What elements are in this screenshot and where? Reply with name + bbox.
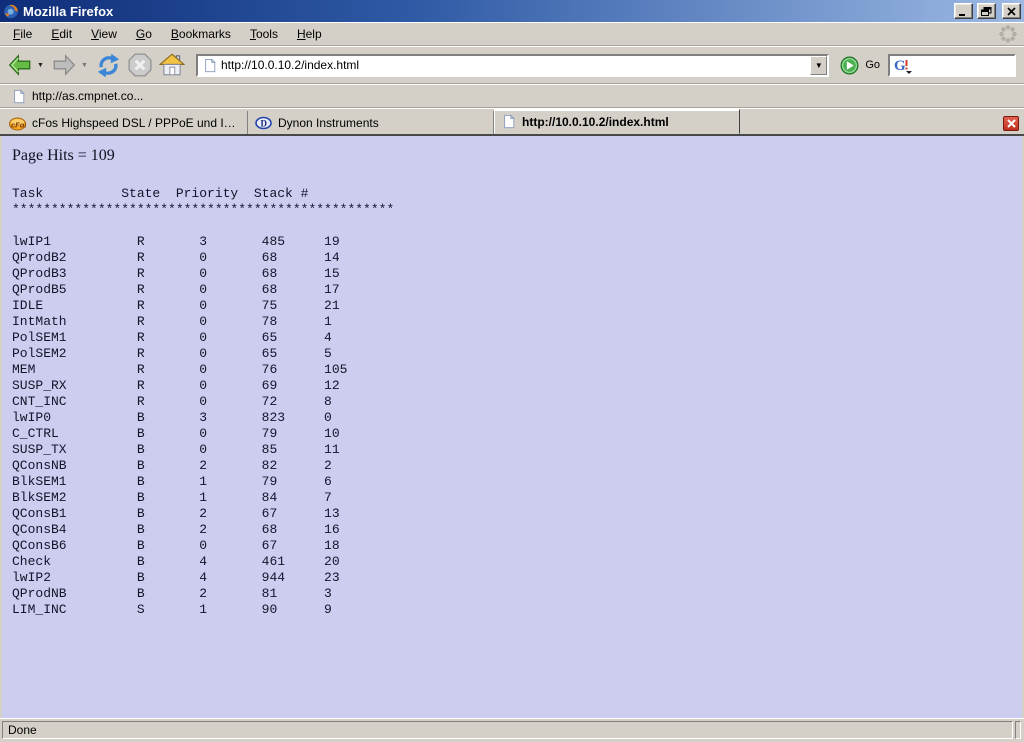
task-table: Task State Priority Stack # ************… [12, 186, 1022, 618]
svg-text:G: G [894, 58, 906, 74]
back-icon [7, 52, 33, 78]
window-title: Mozilla Firefox [23, 4, 950, 19]
back-button[interactable] [4, 49, 36, 81]
forward-icon [51, 52, 77, 78]
page-hits-text: Page Hits = 109 [12, 147, 1022, 165]
tab-bar: cFos cFos Highspeed DSL / PPPoE und ISDN … [0, 108, 1024, 136]
forward-button[interactable] [48, 49, 80, 81]
firefox-icon [3, 3, 19, 19]
page-icon [203, 58, 217, 73]
google-logo-icon: G [893, 57, 913, 74]
tab-label: cFos Highspeed DSL / PPPoE und ISDN CAP.… [32, 116, 240, 130]
search-box: G [888, 54, 1016, 77]
throbber-icon [998, 24, 1018, 44]
bookmark-item[interactable]: http://as.cmpnet.co... [6, 87, 149, 106]
navigation-toolbar: ▼ ▼ [0, 46, 1024, 84]
tab-label: http://10.0.10.2/index.html [522, 115, 669, 129]
page-icon [502, 114, 516, 129]
page-icon [12, 89, 26, 104]
menu-file[interactable]: File [4, 24, 42, 45]
svg-text:D: D [261, 118, 268, 128]
menu-bookmarks[interactable]: Bookmarks [162, 24, 241, 45]
menu-help[interactable]: Help [288, 24, 332, 45]
tab-label: Dynon Instruments [278, 116, 379, 130]
restore-button[interactable] [977, 3, 996, 19]
status-bar: Done [0, 718, 1024, 742]
tab-1[interactable]: cFos cFos Highspeed DSL / PPPoE und ISDN … [2, 111, 248, 134]
home-button[interactable] [156, 49, 188, 81]
stop-icon [127, 52, 153, 78]
title-bar: Mozilla Firefox [0, 0, 1024, 22]
minimize-button[interactable] [954, 3, 973, 19]
svg-text:cFos: cFos [11, 120, 26, 129]
bookmarks-bar: http://as.cmpnet.co... [0, 84, 1024, 108]
tab-2[interactable]: D Dynon Instruments [248, 111, 494, 134]
back-dropdown-icon[interactable]: ▼ [36, 50, 45, 80]
search-input[interactable] [915, 57, 1014, 73]
cfos-icon: cFos [9, 115, 26, 131]
tab-3[interactable]: http://10.0.10.2/index.html [494, 109, 740, 134]
bookmark-label: http://as.cmpnet.co... [32, 89, 143, 103]
menu-go[interactable]: Go [127, 24, 162, 45]
home-icon [159, 52, 185, 78]
go-button[interactable]: Go [836, 50, 888, 80]
go-icon [840, 56, 859, 75]
close-button[interactable] [1002, 3, 1021, 19]
browser-window: Mozilla Firefox FileEditViewGoBookmarksT… [0, 0, 1024, 742]
stop-button[interactable] [124, 49, 156, 81]
menu-view[interactable]: View [82, 24, 127, 45]
status-bar-grip [1015, 721, 1021, 739]
forward-dropdown-icon[interactable]: ▼ [80, 50, 89, 80]
url-bar: ▼ [196, 54, 829, 77]
menu-tools[interactable]: Tools [241, 24, 288, 45]
url-dropdown-button[interactable]: ▼ [810, 56, 827, 75]
reload-icon [95, 52, 122, 79]
dynon-icon: D [255, 115, 272, 131]
page-content: Page Hits = 109 Task State Priority Stac… [2, 136, 1022, 718]
menu-edit[interactable]: Edit [42, 24, 82, 45]
menu-bar: FileEditViewGoBookmarksToolsHelp [0, 22, 1024, 46]
reload-button[interactable] [92, 49, 124, 81]
url-input[interactable] [219, 58, 810, 72]
tab-close-button[interactable] [1003, 116, 1019, 131]
menu-bar-items: FileEditViewGoBookmarksToolsHelp [4, 24, 332, 45]
go-label: Go [865, 59, 880, 71]
status-text: Done [2, 721, 1013, 739]
